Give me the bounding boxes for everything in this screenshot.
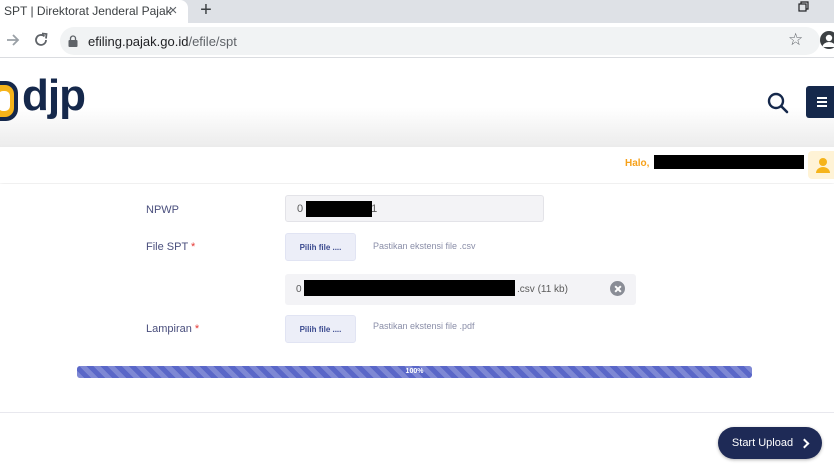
uploaded-file-meta: .csv (11 kb) [517, 284, 568, 295]
choose-lampiran-file-button[interactable]: Pilih file .... [285, 315, 356, 343]
npwp-label: NPWP [146, 204, 179, 216]
chevron-right-icon [799, 438, 810, 448]
site-header: djp [0, 59, 834, 147]
new-tab-icon[interactable]: + [196, 0, 216, 20]
choose-spt-file-button[interactable]: Pilih file .... [285, 233, 356, 261]
browser-tab[interactable]: SPT | Direktorat Jenderal Pajak × [0, 0, 188, 23]
lampiran-label: Lampiran * [146, 323, 199, 335]
uploaded-file-ext: .csv [517, 284, 535, 295]
uploaded-file-size: (11 kb) [537, 284, 568, 295]
uploaded-file-prefix: 0 [296, 284, 302, 295]
npwp-field[interactable]: 01 [285, 195, 544, 222]
djp-logo-text: djp [22, 71, 86, 120]
footer-divider [0, 412, 834, 413]
file-spt-label-text: File SPT [146, 241, 188, 253]
lampiran-label-text: Lampiran [146, 323, 192, 335]
close-tab-icon[interactable]: × [164, 2, 182, 20]
remove-file-icon[interactable] [610, 281, 625, 296]
user-bar: Halo, [0, 147, 834, 183]
uploaded-file-name: 0 [296, 284, 302, 295]
search-icon[interactable] [766, 91, 790, 115]
lock-icon [68, 35, 78, 47]
file-spt-label: File SPT * [146, 241, 195, 253]
url-text: efiling.pajak.go.id/efile/spt [88, 34, 237, 49]
user-avatar-icon[interactable] [808, 151, 834, 179]
bookmark-star-icon[interactable]: ☆ [788, 30, 803, 50]
npwp-value-prefix: 0 [297, 203, 304, 215]
npwp-value-suffix: 1 [371, 203, 378, 215]
djp-logo-mark-icon [0, 81, 18, 121]
upload-progress-bar: 100% [77, 366, 752, 378]
forward-icon[interactable] [5, 31, 21, 49]
browser-toolbar: efiling.pajak.go.id/efile/spt ☆ [0, 23, 834, 58]
profile-avatar-icon[interactable] [820, 31, 834, 49]
redacted-npwp [306, 201, 372, 217]
menu-bar [817, 97, 827, 99]
required-mark: * [191, 241, 196, 253]
tab-title: SPT | Direktorat Jenderal Pajak [4, 4, 172, 18]
address-bar[interactable]: efiling.pajak.go.id/efile/spt ☆ [60, 27, 820, 55]
start-upload-button[interactable]: Start Upload [718, 427, 822, 459]
browser-tab-strip: SPT | Direktorat Jenderal Pajak × + [0, 0, 834, 23]
pdf-hint: Pastikan ekstensi file .pdf [373, 321, 475, 331]
start-upload-label: Start Upload [731, 437, 794, 449]
spt-upload-form: NPWP 01 File SPT * Pilih file .... Pasti… [0, 184, 834, 412]
csv-hint: Pastikan ekstensi file .csv [373, 241, 476, 251]
upload-progress-text: 100% [405, 368, 424, 375]
greeting-text: Halo, [625, 158, 650, 169]
url-path: /efile/spt [188, 34, 237, 49]
url-host: efiling.pajak.go.id [88, 34, 189, 49]
hamburger-menu-icon[interactable] [806, 86, 834, 118]
window-restore-icon[interactable] [798, 1, 810, 13]
menu-bar [817, 101, 827, 103]
uploaded-file-item: 0 .csv (11 kb) [285, 274, 636, 305]
required-mark: * [194, 323, 200, 335]
redacted-username [654, 155, 804, 169]
redacted-file-name [304, 280, 515, 296]
menu-bar [817, 105, 827, 107]
reload-icon[interactable] [32, 31, 50, 49]
